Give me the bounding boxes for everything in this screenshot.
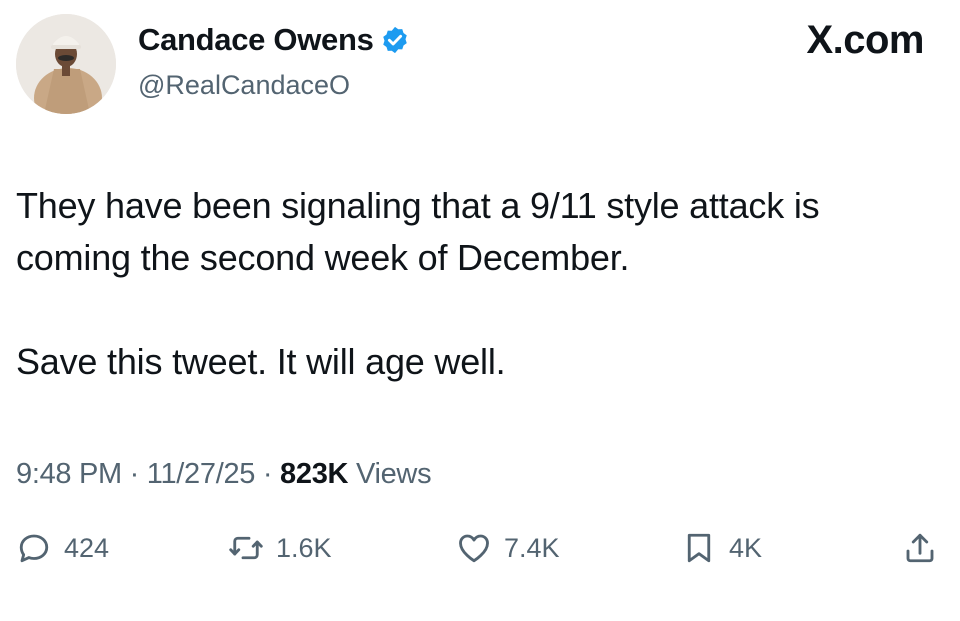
meta-separator: · xyxy=(262,458,273,490)
verified-badge-icon xyxy=(382,26,407,54)
tweet-line: Save this tweet. It will age well. xyxy=(16,341,506,382)
author-name-row: Candace Owens xyxy=(138,22,410,58)
views-count: 823K xyxy=(280,458,349,490)
tweet-line: coming the second week of December. xyxy=(16,237,630,278)
repost-icon xyxy=(229,536,263,560)
bookmark-count: 4K xyxy=(729,532,763,563)
reply-count: 424 xyxy=(64,532,110,563)
profile-avatar[interactable] xyxy=(16,14,116,114)
tweet-time[interactable]: 9:48 PM xyxy=(16,458,122,490)
bookmark-icon xyxy=(687,533,711,563)
bookmark-button[interactable]: 4K xyxy=(681,530,762,566)
author-handle[interactable]: @RealCandaceO xyxy=(138,70,350,101)
like-icon xyxy=(459,534,489,563)
repost-count: 1.6K xyxy=(276,532,332,563)
share-icon xyxy=(906,533,934,563)
reply-icon xyxy=(19,534,49,563)
tweet-line: They have been signaling that a 9/11 sty… xyxy=(16,185,820,226)
repost-button[interactable]: 1.6K xyxy=(228,530,332,566)
meta-separator: · xyxy=(129,458,140,490)
views-label: Views xyxy=(355,458,432,490)
tweet-meta: 9:48 PM · 11/27/25 · 823K Views xyxy=(16,458,432,491)
reply-button[interactable]: 424 xyxy=(16,530,109,566)
tweet-date[interactable]: 11/27/25 xyxy=(147,458,256,490)
tweet-text: They have been signaling that a 9/11 sty… xyxy=(16,180,936,388)
like-button[interactable]: 7.4K xyxy=(456,530,560,566)
avatar-image xyxy=(16,14,116,114)
brand-watermark: X.com xyxy=(806,18,924,62)
like-count: 7.4K xyxy=(504,532,560,563)
action-bar: 424 1.6K 7.4K 4K xyxy=(16,530,946,580)
author-name[interactable]: Candace Owens xyxy=(138,22,374,58)
share-button[interactable] xyxy=(902,530,938,566)
